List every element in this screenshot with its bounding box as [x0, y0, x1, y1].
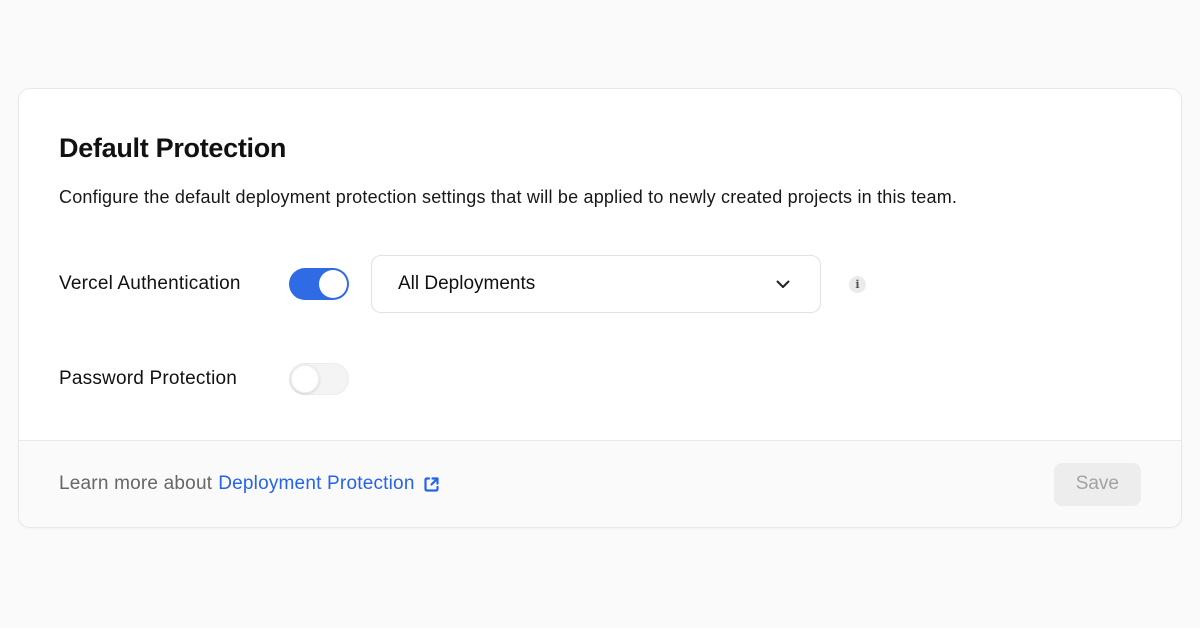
learn-more-text: Learn more about [59, 473, 213, 494]
card-description: Configure the default deployment protect… [59, 187, 958, 207]
card-footer: Learn more about Deployment Protection S… [19, 440, 1181, 527]
save-button[interactable]: Save [1053, 462, 1141, 506]
chevron-down-icon [776, 280, 790, 288]
password-protection-label: Password Protection [59, 368, 238, 389]
toggle-knob [291, 365, 319, 393]
deployment-protection-link-label: Deployment Protection [218, 473, 415, 494]
page-title: Default Protection [59, 133, 287, 163]
default-protection-card: Default Protection Configure the default… [18, 88, 1182, 528]
external-link-icon [424, 476, 439, 492]
deployment-scope-dropdown[interactable]: All Deployments [371, 255, 821, 313]
vercel-authentication-toggle[interactable] [289, 268, 349, 300]
footer-learn-more: Learn more about Deployment Protection [59, 473, 441, 495]
vercel-authentication-label: Vercel Authentication [59, 273, 241, 294]
setting-row-vercel-authentication: Vercel Authentication All Deployments i [59, 255, 1141, 313]
card-body: Default Protection Configure the default… [19, 89, 1181, 395]
setting-row-password-protection: Password Protection [59, 363, 1141, 395]
password-protection-toggle[interactable] [289, 363, 349, 395]
deployment-protection-link[interactable]: Deployment Protection [218, 473, 440, 495]
info-icon[interactable]: i [849, 275, 866, 293]
dropdown-selected-value: All Deployments [398, 273, 536, 294]
toggle-knob [319, 270, 347, 298]
